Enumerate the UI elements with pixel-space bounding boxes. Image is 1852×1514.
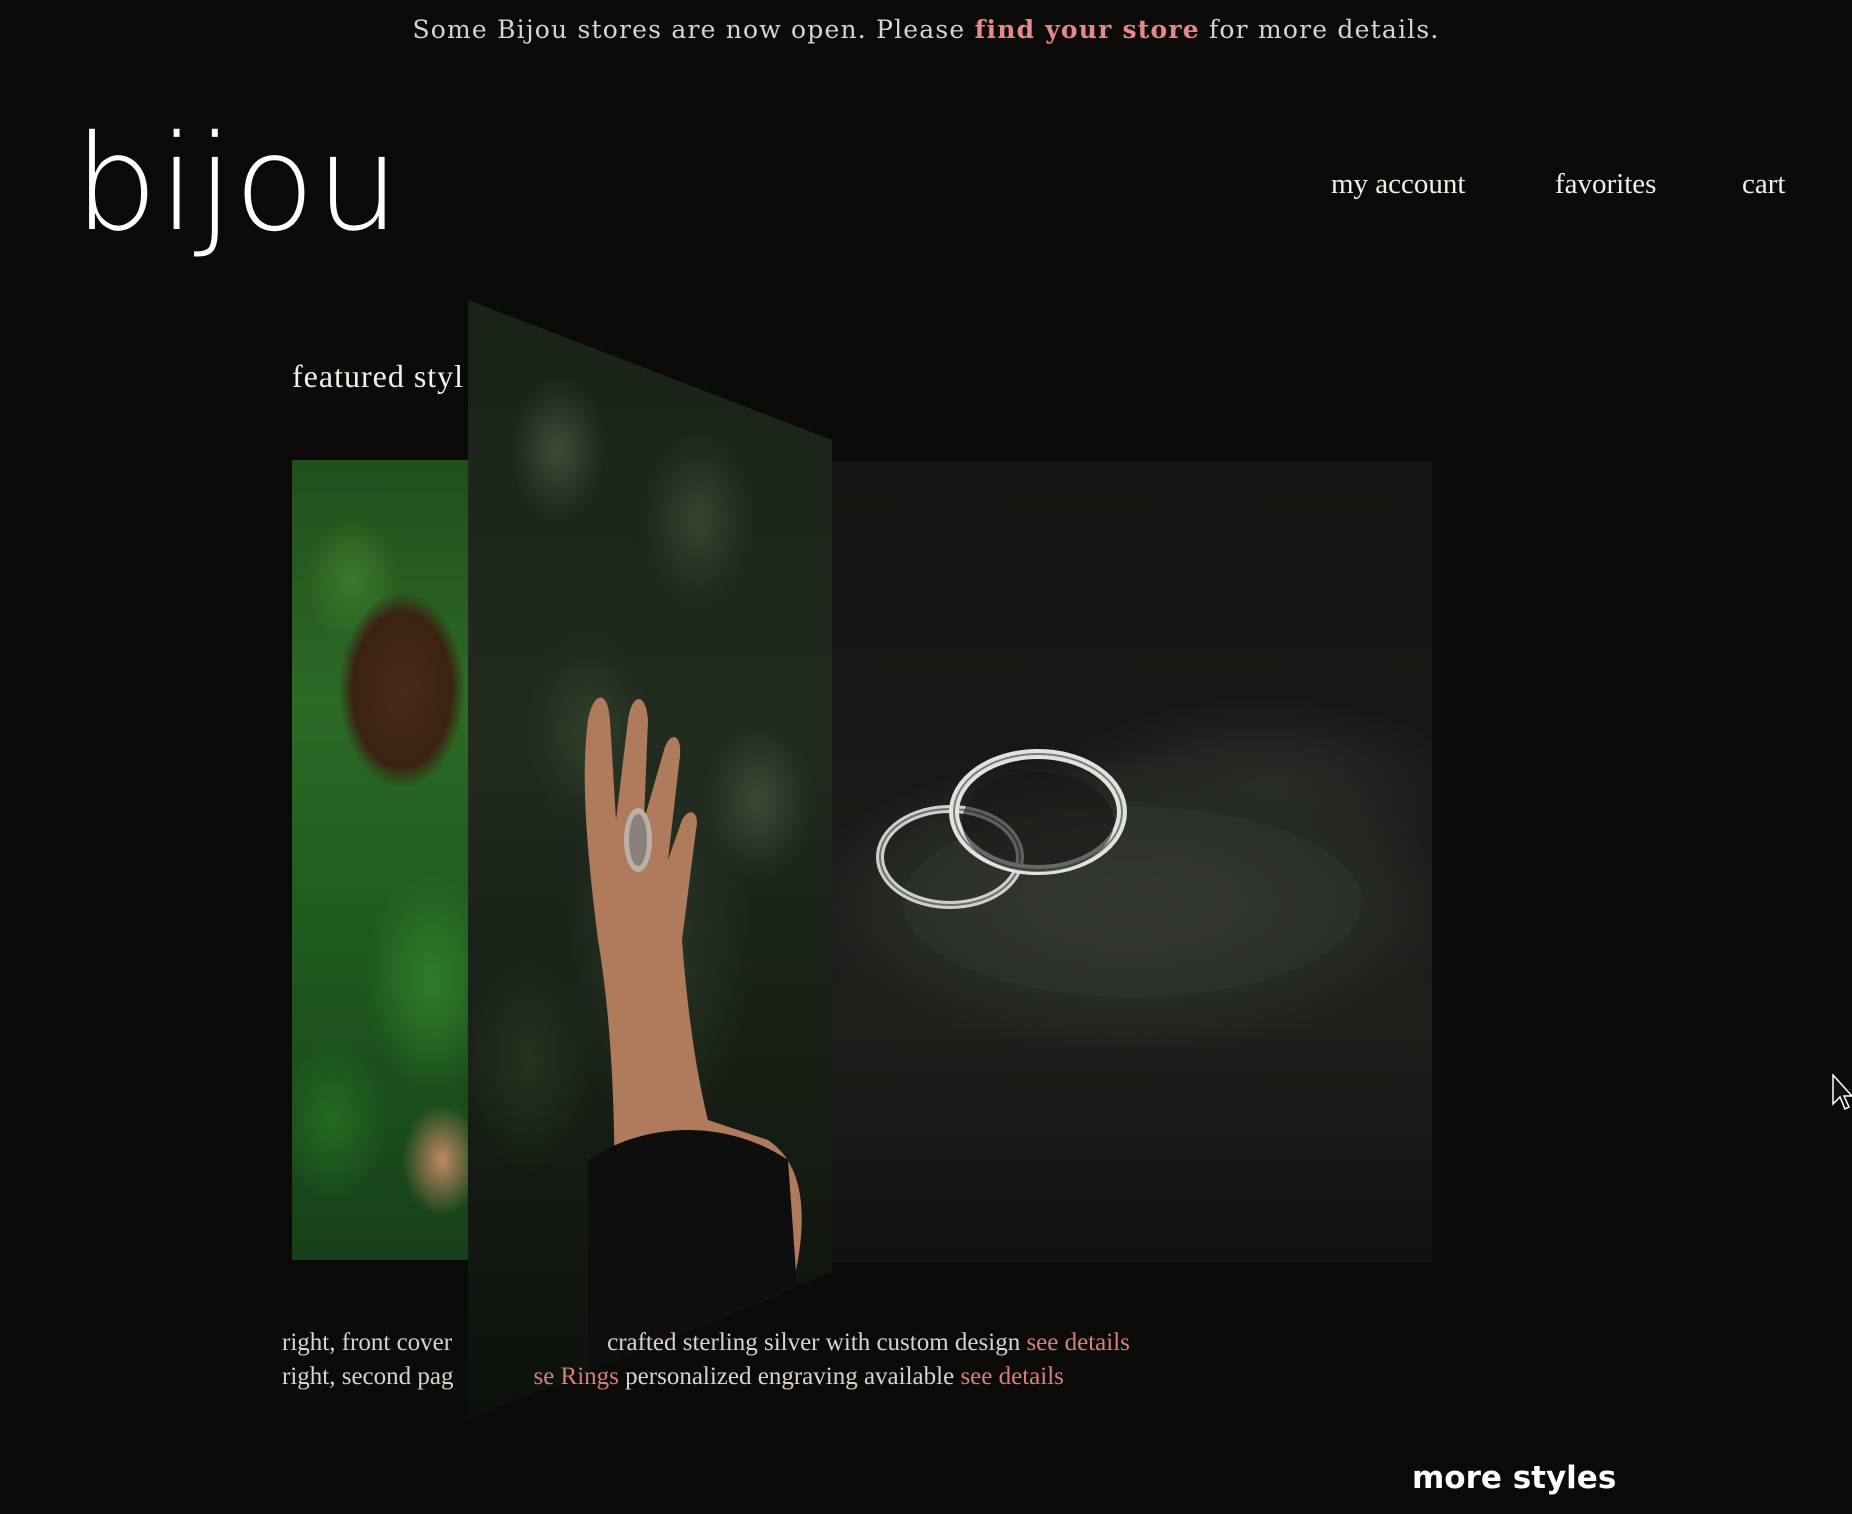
more-styles-link[interactable]: more styles — [1412, 1460, 1616, 1496]
featured-captions: right, front cover crafted sterling silve… — [282, 1326, 1130, 1394]
nav-my-account[interactable]: my account — [1331, 168, 1465, 201]
book-page-turning-hand-photo[interactable] — [468, 300, 832, 1420]
nav-favorites[interactable]: favorites — [1555, 168, 1656, 201]
rings-image — [876, 749, 1362, 997]
caption-2-see-details-link[interactable]: see details — [960, 1363, 1063, 1390]
mouse-cursor-icon — [1832, 1074, 1852, 1111]
caption-1-description: crafted sterling silver with custom desi… — [607, 1329, 1027, 1356]
featured-styles-heading: featured styl — [292, 358, 465, 394]
find-your-store-link[interactable]: find your store — [975, 15, 1200, 44]
caption-line-2: right, second pag se Rings personalized e… — [282, 1360, 1130, 1394]
announcement-bar: Some Bijou stores are now open. Please f… — [0, 8, 1852, 52]
announcement-text-before: Some Bijou stores are now open. Please — [412, 15, 975, 44]
hand-ring-image — [584, 697, 808, 1420]
caption-line-1: right, front cover crafted sterling silve… — [282, 1326, 1130, 1360]
announcement-text-after: for more details. — [1199, 15, 1440, 44]
bijou-logo[interactable]: bijou — [74, 118, 401, 250]
caption-2-product-link[interactable]: se Rings — [533, 1363, 618, 1390]
caption-2-description: personalized engraving available — [618, 1363, 961, 1390]
book-page-rings-photo[interactable] — [832, 462, 1432, 1262]
caption-1-prefix: right, front cover — [282, 1329, 453, 1356]
caption-1-see-details-link[interactable]: see details — [1026, 1329, 1129, 1356]
caption-2-prefix: right, second pag — [282, 1363, 454, 1390]
nav-cart[interactable]: cart — [1742, 168, 1785, 201]
